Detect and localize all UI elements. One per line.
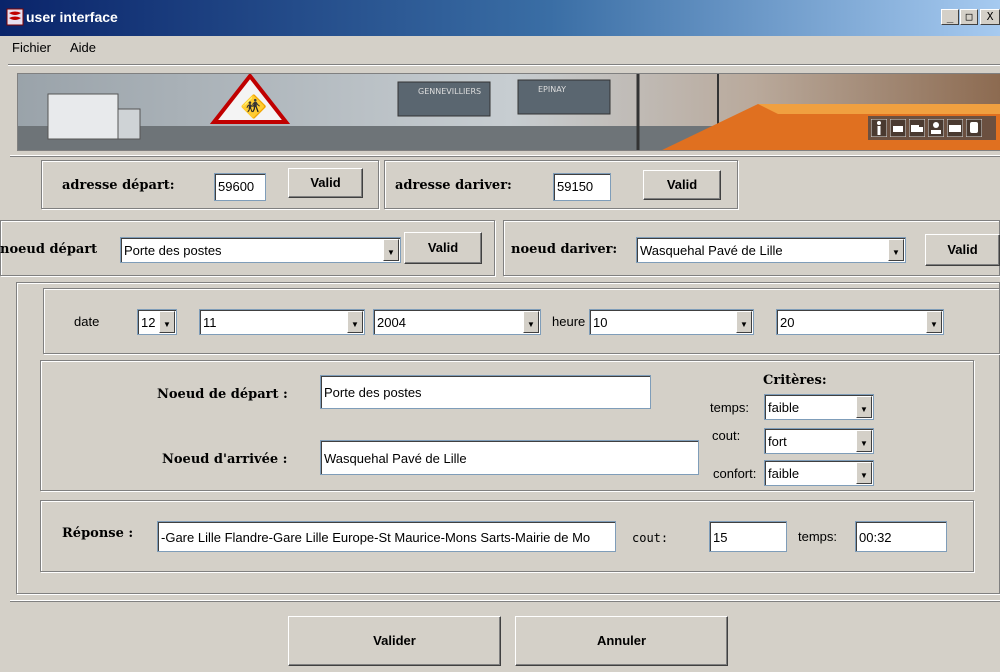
- menu-aide[interactable]: Aide: [70, 40, 96, 55]
- chevron-down-icon[interactable]: ▼: [347, 311, 363, 333]
- criteria-confort-select[interactable]: faible ▼: [764, 460, 874, 486]
- hour-select[interactable]: 10 ▼: [589, 309, 754, 335]
- node-depart-value: Porte des postes: [124, 243, 222, 258]
- svg-text:EPINAY: EPINAY: [538, 85, 566, 94]
- menu-separator: [8, 64, 1000, 66]
- svg-text:GENNEVILLIERS: GENNEVILLIERS: [418, 87, 481, 96]
- criteria-temps-select[interactable]: faible ▼: [764, 394, 874, 420]
- menu-fichier[interactable]: Fichier: [12, 40, 51, 55]
- address-arrivee-label: adresse dariver:: [395, 178, 512, 193]
- year-select[interactable]: 2004 ▼: [373, 309, 541, 335]
- summary-arrivee-label: Noeud d'arrivée :: [162, 452, 288, 467]
- chevron-down-icon[interactable]: ▼: [159, 311, 175, 333]
- bus-icon: [946, 118, 964, 140]
- node-arrivee-value: Wasquehal Pavé de Lille: [640, 243, 783, 258]
- response-field[interactable]: -Gare Lille Flandre-Gare Lille Europe-St…: [157, 521, 616, 552]
- address-arrivee-valid-button[interactable]: Valid: [643, 170, 721, 200]
- node-arrivee-label: noeud dariver:: [511, 242, 618, 257]
- response-temps-field[interactable]: 00:32: [855, 521, 947, 552]
- separator: [10, 155, 1000, 157]
- summary-depart-field[interactable]: Porte des postes: [320, 375, 651, 409]
- svg-text:🚸: 🚸: [240, 94, 267, 120]
- node-depart-label: noeud départ: [0, 242, 98, 257]
- menu-bar: [0, 36, 1000, 60]
- chevron-down-icon[interactable]: ▼: [888, 239, 904, 261]
- title-bar: [0, 0, 1000, 36]
- criteria-temps-value: faible: [768, 400, 800, 415]
- response-cout-label: cout:: [632, 531, 669, 545]
- window-title: user interface: [26, 9, 118, 25]
- summary-depart-label: Noeud de départ :: [157, 387, 288, 402]
- address-depart-label: adresse départ:: [62, 178, 175, 193]
- criteria-cout-label: cout:: [712, 428, 741, 443]
- chevron-down-icon[interactable]: ▼: [523, 311, 539, 333]
- day-value: 12: [141, 315, 156, 330]
- criteria-confort-value: faible: [768, 466, 800, 481]
- node-depart-select[interactable]: Porte des postes ▼: [120, 237, 401, 263]
- heure-label: heure: [552, 314, 586, 329]
- year-value: 2004: [377, 315, 406, 330]
- node-depart-valid-button[interactable]: Valid: [404, 232, 482, 264]
- address-depart-valid-button[interactable]: Valid: [288, 168, 363, 198]
- month-value: 11: [203, 315, 217, 330]
- month-select[interactable]: 11 ▼: [199, 309, 365, 335]
- criteria-title: Critères:: [763, 373, 827, 388]
- node-arrivee-valid-button[interactable]: Valid: [925, 234, 1000, 266]
- address-arrivee-input[interactable]: 59150: [553, 173, 611, 201]
- address-depart-input[interactable]: 59600: [214, 173, 266, 201]
- date-label: date: [74, 314, 100, 329]
- minute-select[interactable]: 20 ▼: [776, 309, 944, 335]
- banner-image: 🚸 GENNEVILLIERS EPINAY: [17, 73, 1000, 151]
- close-button[interactable]: X: [980, 9, 1000, 25]
- chevron-down-icon[interactable]: ▼: [383, 239, 399, 261]
- annuler-button[interactable]: Annuler: [515, 616, 728, 666]
- app-icon: [6, 8, 24, 26]
- hour-value: 10: [593, 315, 608, 330]
- response-temps-label: temps:: [798, 529, 838, 544]
- minute-value: 20: [780, 315, 795, 330]
- chevron-down-icon[interactable]: ▼: [856, 396, 872, 418]
- criteria-cout-value: fort: [768, 434, 787, 449]
- chevron-down-icon[interactable]: ▼: [856, 430, 872, 452]
- chevron-down-icon[interactable]: ▼: [926, 311, 942, 333]
- valider-button[interactable]: Valider: [288, 616, 501, 666]
- car-icon: [889, 118, 907, 140]
- chevron-down-icon[interactable]: ▼: [736, 311, 752, 333]
- criteria-confort-label: confort:: [713, 466, 757, 481]
- criteria-cout-select[interactable]: fort ▼: [764, 428, 874, 454]
- summary-arrivee-field[interactable]: Wasquehal Pavé de Lille: [320, 440, 699, 475]
- train-icon: [965, 118, 983, 140]
- minimize-button[interactable]: _: [941, 9, 959, 25]
- node-arrivee-select[interactable]: Wasquehal Pavé de Lille ▼: [636, 237, 906, 263]
- day-select[interactable]: 12 ▼: [137, 309, 177, 335]
- truck-icon: [908, 118, 926, 140]
- maximize-button[interactable]: □: [960, 9, 978, 25]
- criteria-temps-label: temps:: [710, 400, 750, 415]
- bottom-separator: [10, 600, 1000, 602]
- pedestrian-icon: [870, 118, 888, 140]
- person-icon: [927, 118, 945, 140]
- chevron-down-icon[interactable]: ▼: [856, 462, 872, 484]
- response-label: Réponse :: [62, 526, 134, 541]
- response-cout-field[interactable]: 15: [709, 521, 787, 552]
